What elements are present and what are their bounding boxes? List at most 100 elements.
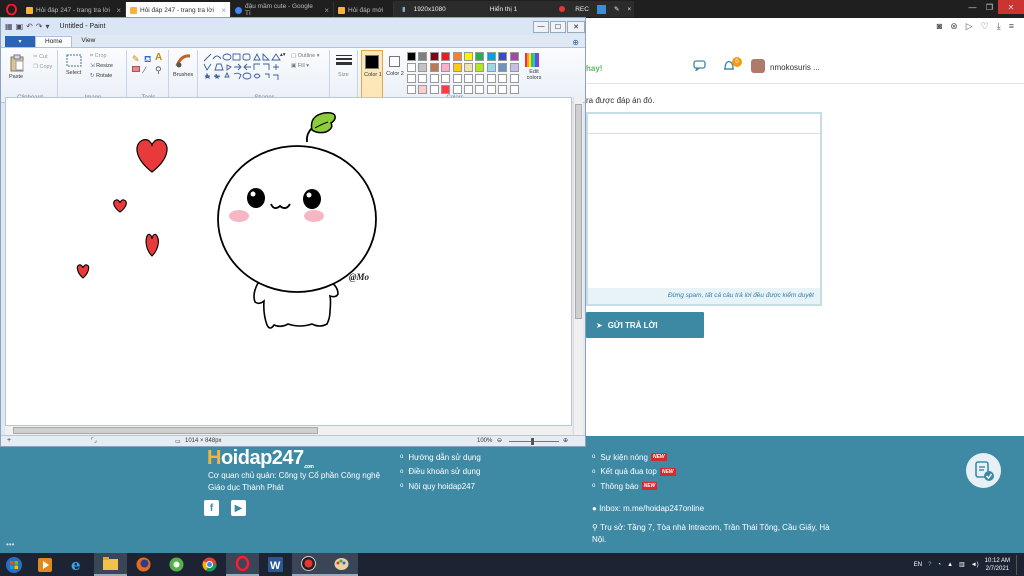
palette-swatch[interactable] [464, 74, 473, 83]
volume-icon[interactable]: ◄) [971, 562, 979, 568]
palette-swatch[interactable] [498, 74, 508, 83]
close-tab-icon[interactable]: × [217, 6, 226, 15]
palette-swatch[interactable] [475, 63, 485, 72]
footer-inbox[interactable]: ● Inbox: m.me/hoidap247online [592, 504, 704, 513]
fill-dropdown[interactable]: ▣ Fill ▾ [291, 63, 309, 69]
username[interactable]: nmokosuris ... [770, 63, 820, 72]
heart-icon[interactable]: ♡ [981, 21, 989, 32]
close-recorder-icon[interactable]: × [627, 6, 631, 13]
palette-swatch[interactable] [498, 63, 508, 72]
undo-icon[interactable]: ↶ [26, 22, 33, 31]
zoom-slider-knob[interactable] [531, 438, 534, 445]
palette-swatch[interactable] [475, 85, 485, 94]
crop-button[interactable]: ⌗ Crop [90, 53, 107, 60]
stop-icon[interactable] [596, 4, 606, 14]
facebook-icon[interactable]: f [204, 500, 219, 516]
tab-view[interactable]: View [72, 36, 104, 47]
brushes-label[interactable]: Brushes [173, 72, 193, 78]
language-indicator-icon[interactable]: EN [914, 562, 922, 568]
file-explorer-icon[interactable] [94, 553, 127, 576]
palette-swatch[interactable] [486, 74, 496, 83]
palette-swatch[interactable] [509, 85, 519, 94]
browser-tab[interactable]: Hỏi đáp mới [334, 2, 394, 18]
palette-swatch[interactable] [464, 85, 473, 94]
palette-swatch[interactable] [452, 85, 462, 94]
palette-swatch[interactable] [441, 52, 451, 61]
palette-swatch[interactable] [486, 85, 496, 94]
answer-editor[interactable]: Đừng spam, tất cả câu trả lời đều được k… [586, 112, 822, 306]
footer-event-link[interactable]: Sự kiện nóngNEW [592, 450, 676, 465]
browser-tab-active[interactable]: Hỏi đáp 247 - trang tra lời × [126, 2, 231, 18]
browser-tab[interactable]: Hỏi đáp 247 - trang tra lời × [22, 2, 126, 18]
palette-swatch[interactable] [407, 74, 416, 83]
palette-swatch[interactable] [407, 85, 416, 94]
zoom-in-icon[interactable]: ⊕ [563, 437, 568, 444]
magnifier-icon[interactable]: ⚲ [155, 65, 162, 76]
paint-canvas[interactable]: @Mo [5, 97, 572, 426]
close-tab-icon[interactable]: × [112, 6, 121, 15]
save-icon[interactable]: ▣ [16, 22, 24, 31]
palette-swatch[interactable] [429, 52, 439, 61]
paint-close-icon[interactable]: ✕ [567, 20, 585, 33]
screen-recorder-icon[interactable] [292, 553, 325, 576]
footer-event-link[interactable]: Kết quả đua topNEW [592, 465, 676, 480]
palette-swatch[interactable] [475, 74, 485, 83]
palette-swatch[interactable] [509, 63, 519, 72]
eraser-icon[interactable] [132, 66, 140, 72]
text-tool-icon[interactable]: A [155, 52, 162, 63]
tab-home[interactable]: Home [35, 36, 73, 47]
cut-button[interactable]: ✂ Cut [33, 54, 48, 60]
zoom-out-icon[interactable]: ⊖ [497, 437, 502, 444]
media-player-icon[interactable] [28, 553, 61, 576]
color2-selector[interactable]: Color 2 [385, 50, 405, 102]
palette-swatch[interactable] [452, 74, 462, 83]
restore-icon[interactable]: ❐ [981, 0, 998, 14]
paint-maximize-icon[interactable]: ☐ [550, 20, 566, 33]
firefox-icon[interactable] [127, 553, 160, 576]
palette-swatch[interactable] [486, 52, 496, 61]
help-icon[interactable]: ⊕ [572, 38, 579, 47]
paint-minimize-icon[interactable]: — [533, 20, 549, 33]
internet-explorer-icon[interactable]: e [61, 553, 94, 576]
palette-swatch[interactable] [441, 85, 451, 94]
palette-swatch[interactable] [452, 52, 462, 61]
palette-swatch[interactable] [486, 63, 496, 72]
word-icon[interactable]: W [259, 553, 292, 576]
shapes-gallery[interactable] [203, 53, 285, 83]
palette-swatch[interactable] [418, 85, 428, 94]
file-menu-button[interactable]: ▾ [5, 36, 35, 47]
shield-icon[interactable]: ⊗ [950, 21, 958, 32]
vertical-scroll-thumb[interactable] [575, 104, 582, 319]
rotate-button[interactable]: ↻ Rotate [90, 73, 112, 79]
browser-tab[interactable]: đậu mầm cute - Google Tì × [231, 2, 334, 18]
avatar[interactable] [751, 59, 765, 73]
horizontal-scroll-thumb[interactable] [13, 427, 318, 434]
ask-question-fab[interactable] [966, 453, 1001, 488]
brush-icon[interactable] [175, 53, 193, 69]
play-icon[interactable]: ▷ [966, 21, 973, 32]
palette-swatch[interactable] [498, 85, 508, 94]
palette-swatch[interactable] [441, 63, 451, 72]
footer-event-link[interactable]: Thông báoNEW [592, 479, 676, 494]
download-icon[interactable]: ⤓ [997, 21, 1001, 32]
size-lines-icon[interactable] [336, 55, 352, 67]
customize-icon[interactable]: ▾ [46, 22, 50, 31]
footer-link[interactable]: Nội quy hoidap247 [400, 479, 481, 494]
palette-swatch[interactable] [429, 85, 439, 94]
palette-swatch[interactable] [407, 63, 416, 72]
palette-swatch[interactable] [407, 52, 416, 61]
edit-colors-button[interactable] [525, 53, 539, 67]
palette-swatch[interactable] [429, 63, 439, 72]
submit-answer-button[interactable]: ➤ GỬI TRẢ LỜI [586, 312, 704, 338]
palette-swatch[interactable] [509, 74, 519, 83]
show-hidden-icons[interactable]: ▲ [947, 562, 953, 568]
chrome-icon[interactable] [193, 553, 226, 576]
footer-link[interactable]: Hướng dẫn sử dụng [400, 450, 480, 465]
palette-swatch[interactable] [418, 74, 428, 83]
opera-taskbar-icon[interactable] [226, 553, 259, 576]
more-dots-icon[interactable]: ••• [6, 540, 14, 549]
palette-swatch[interactable] [464, 52, 473, 61]
shapes-scroll-icon[interactable]: ▴▾ [280, 52, 286, 58]
size-label[interactable]: Size [338, 72, 349, 78]
select-button[interactable] [66, 54, 82, 68]
